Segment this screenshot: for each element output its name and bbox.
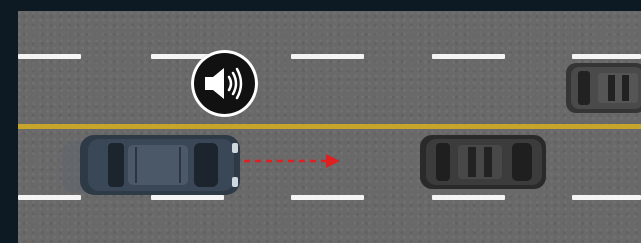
oncoming-vehicle <box>566 63 641 113</box>
speaker-volume-icon <box>205 67 243 100</box>
ego-suv <box>62 135 240 195</box>
lead-vehicle <box>420 135 546 189</box>
dashed-arrow-right-icon <box>244 154 340 168</box>
vehicles-layer <box>62 63 641 195</box>
sound-badge <box>191 50 258 117</box>
scene-frame <box>0 0 641 243</box>
road <box>18 11 641 243</box>
